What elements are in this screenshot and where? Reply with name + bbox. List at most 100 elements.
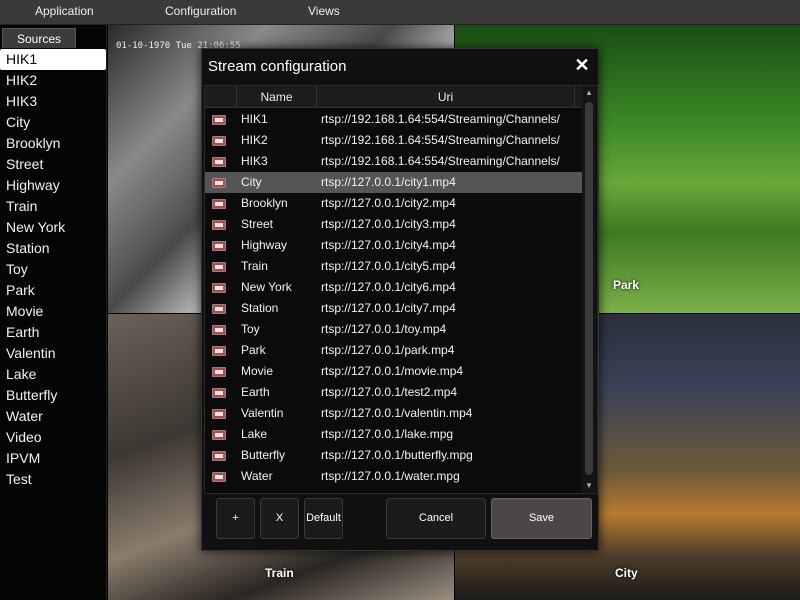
- stream-name: Station: [241, 301, 279, 315]
- source-item[interactable]: Park: [0, 280, 107, 301]
- video-stream-icon: [212, 304, 226, 314]
- source-item[interactable]: Video: [0, 427, 107, 448]
- stream-name: Park: [241, 343, 266, 357]
- stream-name: Valentin: [241, 406, 284, 420]
- stream-row[interactable]: Highway rtsp://127.0.0.1/city4.mp4: [205, 235, 583, 256]
- stream-row[interactable]: New York rtsp://127.0.0.1/city6.mp4: [205, 277, 583, 298]
- column-header-name[interactable]: Name: [237, 86, 317, 108]
- stream-name: Water: [241, 469, 273, 483]
- source-item[interactable]: Highway: [0, 175, 107, 196]
- video-stream-icon: [212, 325, 226, 335]
- stream-grid: Name Uri HIK1 rtsp://192.168.1.64:554/Str…: [204, 85, 598, 494]
- save-button[interactable]: Save: [491, 498, 592, 539]
- remove-stream-button[interactable]: X: [260, 498, 299, 539]
- video-stream-icon: [212, 472, 226, 482]
- stream-row[interactable]: Station rtsp://127.0.0.1/city7.mp4: [205, 298, 583, 319]
- vertical-scrollbar[interactable]: ▲ ▼: [582, 86, 596, 493]
- stream-uri: rtsp://127.0.0.1/city2.mp4: [321, 196, 456, 210]
- video-stream-icon: [212, 367, 226, 377]
- source-item[interactable]: Valentin: [0, 343, 107, 364]
- stream-uri: rtsp://127.0.0.1/city6.mp4: [321, 280, 456, 294]
- stream-uri: rtsp://192.168.1.64:554/Streaming/Channe…: [321, 133, 560, 147]
- stream-row[interactable]: Valentin rtsp://127.0.0.1/valentin.mp4: [205, 403, 583, 424]
- stream-row[interactable]: Street rtsp://127.0.0.1/city3.mp4: [205, 214, 583, 235]
- stream-row[interactable]: Water rtsp://127.0.0.1/water.mpg: [205, 466, 583, 487]
- stream-row[interactable]: City rtsp://127.0.0.1/city1.mp4: [205, 172, 583, 193]
- stream-row[interactable]: HIK2 rtsp://192.168.1.64:554/Streaming/Ch…: [205, 130, 583, 151]
- stream-uri: rtsp://127.0.0.1/toy.mp4: [321, 322, 447, 336]
- stream-name: HIK2: [241, 133, 268, 147]
- source-item[interactable]: Lake: [0, 364, 107, 385]
- close-icon[interactable]: ✕: [574, 56, 590, 74]
- stream-name: Movie: [241, 364, 274, 378]
- stream-row[interactable]: Lake rtsp://127.0.0.1/lake.mpg: [205, 424, 583, 445]
- source-item[interactable]: Earth: [0, 322, 107, 343]
- source-item[interactable]: Street: [0, 154, 107, 175]
- video-stream-icon: [212, 115, 226, 125]
- source-item[interactable]: Toy: [0, 259, 107, 280]
- stream-row[interactable]: Butterfly rtsp://127.0.0.1/butterfly.mpg: [205, 445, 583, 466]
- video-stream-icon: [212, 199, 226, 209]
- stream-uri: rtsp://127.0.0.1/city1.mp4: [321, 175, 456, 189]
- source-item[interactable]: HIK2: [0, 70, 107, 91]
- video-stream-icon: [212, 409, 226, 419]
- scroll-up-icon[interactable]: ▲: [584, 88, 594, 98]
- sources-tab[interactable]: Sources: [2, 28, 76, 48]
- scrollbar-thumb[interactable]: [585, 102, 593, 475]
- dialog-title: Stream configuration: [208, 58, 347, 75]
- stream-name: Highway: [241, 238, 288, 252]
- video-stream-icon: [212, 241, 226, 251]
- source-item[interactable]: New York: [0, 217, 107, 238]
- source-item[interactable]: IPVM: [0, 448, 107, 469]
- cancel-button[interactable]: Cancel: [386, 498, 486, 539]
- stream-row[interactable]: Park rtsp://127.0.0.1/park.mp4: [205, 340, 583, 361]
- video-stream-icon: [212, 136, 226, 146]
- column-header-uri[interactable]: Uri: [317, 86, 575, 108]
- video-stream-icon: [212, 220, 226, 230]
- source-item[interactable]: Test: [0, 469, 107, 490]
- stream-uri: rtsp://127.0.0.1/test2.mp4: [321, 385, 458, 399]
- source-item[interactable]: Movie: [0, 301, 107, 322]
- stream-uri: rtsp://127.0.0.1/butterfly.mpg: [321, 448, 473, 462]
- source-item[interactable]: City: [0, 112, 107, 133]
- stream-row[interactable]: Movie rtsp://127.0.0.1/movie.mp4: [205, 361, 583, 382]
- stream-row[interactable]: Brooklyn rtsp://127.0.0.1/city2.mp4: [205, 193, 583, 214]
- tile-label-city: City: [615, 566, 638, 580]
- menu-views[interactable]: Views: [308, 4, 340, 18]
- stream-uri: rtsp://127.0.0.1/lake.mpg: [321, 427, 454, 441]
- menu-bar: Application Configuration Views: [0, 0, 800, 25]
- source-item[interactable]: Water: [0, 406, 107, 427]
- stream-uri: rtsp://127.0.0.1/city7.mp4: [321, 301, 456, 315]
- video-stream-icon: [212, 262, 226, 272]
- grid-header-icon-col: [205, 86, 237, 108]
- stream-uri: rtsp://127.0.0.1/movie.mp4: [321, 364, 464, 378]
- stream-row[interactable]: Train rtsp://127.0.0.1/city5.mp4: [205, 256, 583, 277]
- video-stream-icon: [212, 157, 226, 167]
- source-item[interactable]: Butterfly: [0, 385, 107, 406]
- menu-application[interactable]: Application: [35, 4, 94, 18]
- stream-row[interactable]: HIK3 rtsp://192.168.1.64:554/Streaming/Ch…: [205, 151, 583, 172]
- source-item[interactable]: Station: [0, 238, 107, 259]
- stream-uri: rtsp://127.0.0.1/park.mp4: [321, 343, 455, 357]
- source-item[interactable]: Train: [0, 196, 107, 217]
- stream-row[interactable]: Earth rtsp://127.0.0.1/test2.mp4: [205, 382, 583, 403]
- source-item[interactable]: HIK3: [0, 91, 107, 112]
- stream-name: New York: [241, 280, 292, 294]
- video-stream-icon: [212, 430, 226, 440]
- video-stream-icon: [212, 283, 226, 293]
- source-item[interactable]: Brooklyn: [0, 133, 107, 154]
- source-item[interactable]: HIK1: [0, 49, 106, 70]
- stream-name: HIK1: [241, 112, 268, 126]
- stream-row[interactable]: Toy rtsp://127.0.0.1/toy.mp4: [205, 319, 583, 340]
- stream-row[interactable]: HIK1 rtsp://192.168.1.64:554/Streaming/Ch…: [205, 109, 583, 130]
- tile-label-train: Train: [265, 566, 294, 580]
- tile-label-park: Park: [613, 278, 640, 292]
- add-stream-button[interactable]: +: [216, 498, 255, 539]
- video-stream-icon: [212, 346, 226, 356]
- scroll-down-icon[interactable]: ▼: [584, 481, 594, 491]
- stream-name: Butterfly: [241, 448, 286, 462]
- stream-uri: rtsp://192.168.1.64:554/Streaming/Channe…: [321, 112, 560, 126]
- stream-name: Street: [241, 217, 274, 231]
- menu-configuration[interactable]: Configuration: [165, 4, 236, 18]
- default-button[interactable]: Default: [304, 498, 343, 539]
